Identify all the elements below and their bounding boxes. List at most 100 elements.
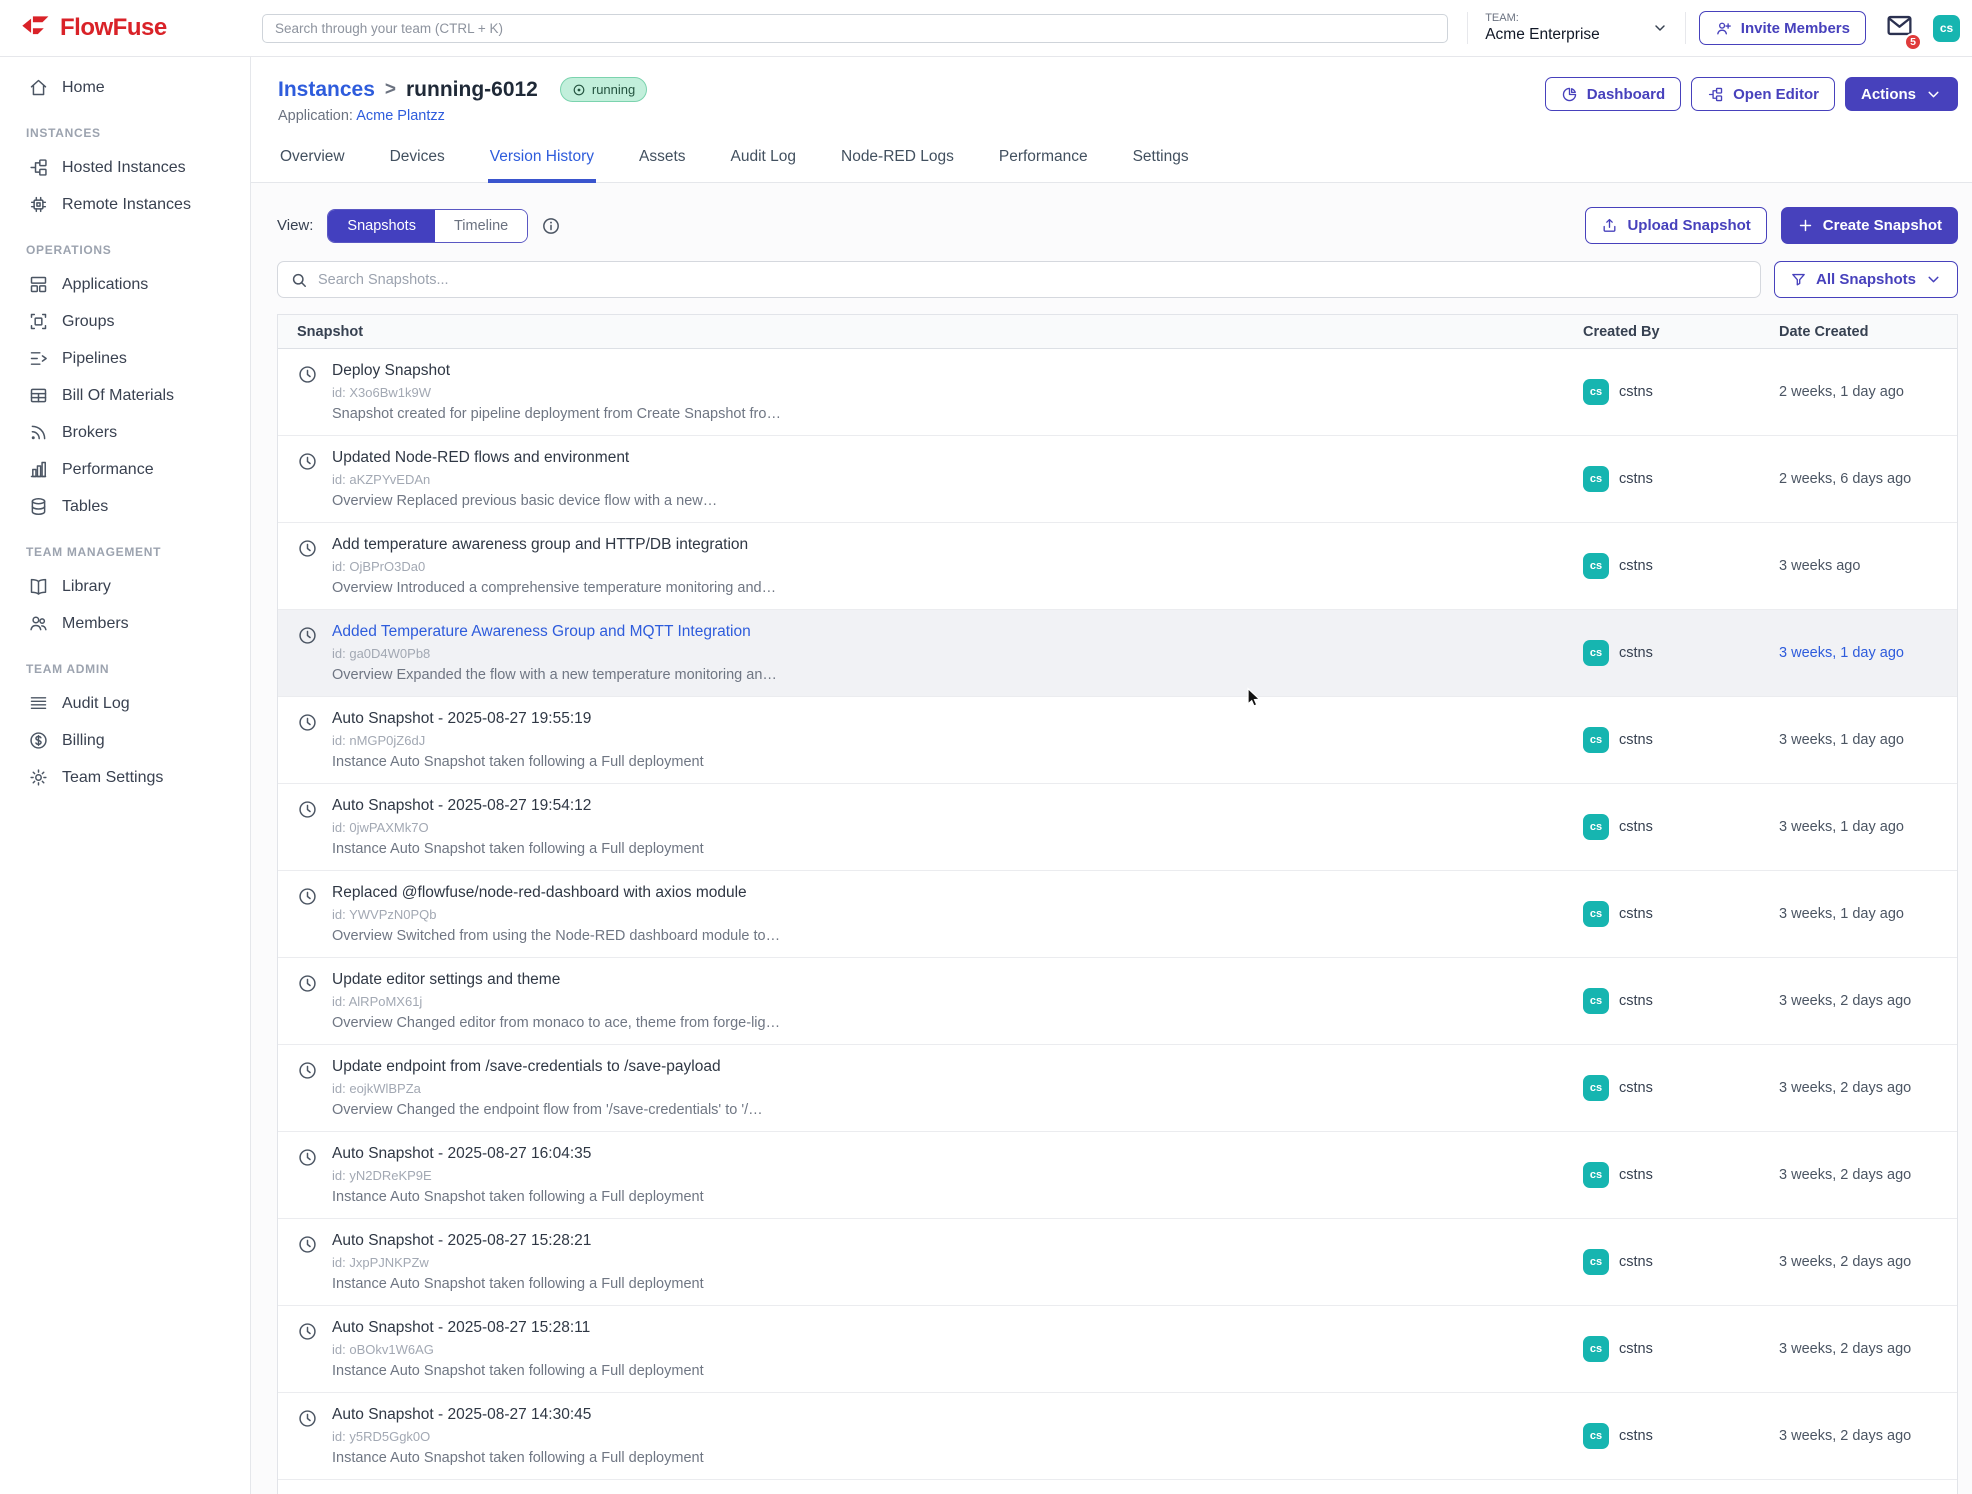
creator-avatar: cs — [1583, 640, 1609, 666]
sidebar-item-applications[interactable]: Applications — [0, 266, 250, 303]
creator-avatar: cs — [1583, 988, 1609, 1014]
view-toggle-snapshots[interactable]: Snapshots — [328, 210, 435, 242]
tab-settings[interactable]: Settings — [1131, 137, 1191, 183]
tab-audit-log[interactable]: Audit Log — [729, 137, 799, 183]
creator-name: cstns — [1619, 1428, 1653, 1444]
application-label: Application: — [278, 108, 353, 124]
table-row[interactable]: Updated Node-RED flows and environment i… — [278, 436, 1957, 523]
info-icon[interactable] — [541, 216, 561, 236]
table-row[interactable]: Replaced @flowfuse/node-red-dashboard wi… — [278, 871, 1957, 958]
snapshot-id: id: yN2DReKP9E — [332, 1168, 704, 1183]
sidebar-item-team-settings[interactable]: Team Settings — [0, 759, 250, 796]
pie-chart-icon — [1561, 86, 1578, 103]
snapshot-filter-label: All Snapshots — [1816, 271, 1916, 288]
upload-icon — [1601, 217, 1618, 234]
actions-button[interactable]: Actions — [1845, 77, 1958, 111]
table-row[interactable]: Auto Snapshot - 2025-08-27 15:28:11 id: … — [278, 1306, 1957, 1393]
table-row[interactable]: Auto Snapshot - 2025-08-27 19:55:19 id: … — [278, 697, 1957, 784]
upload-snapshot-button[interactable]: Upload Snapshot — [1585, 207, 1766, 244]
dashboard-button[interactable]: Dashboard — [1545, 77, 1681, 111]
table-row[interactable]: Auto Snapshot - 2025-08-27 19:54:12 id: … — [278, 784, 1957, 871]
breadcrumb-instances-link[interactable]: Instances — [278, 78, 375, 102]
snapshot-description: Overview Introduced a comprehensive temp… — [332, 580, 776, 596]
tab-overview[interactable]: Overview — [278, 137, 347, 183]
sidebar-item-groups[interactable]: Groups — [0, 303, 250, 340]
global-search-input[interactable] — [262, 14, 1448, 43]
creator-avatar: cs — [1583, 1423, 1609, 1449]
open-editor-button[interactable]: Open Editor — [1691, 77, 1835, 111]
column-snapshot: Snapshot — [278, 324, 1583, 340]
table-row[interactable]: Added Temperature Awareness Group and MQ… — [278, 610, 1957, 697]
sidebar-item-home[interactable]: Home — [0, 69, 250, 106]
snapshot-date: 3 weeks, 2 days ago — [1779, 1341, 1957, 1357]
billing-icon — [28, 730, 49, 751]
create-snapshot-label: Create Snapshot — [1823, 217, 1942, 234]
table-row[interactable]: Deploy Snapshot id: X3o6Bw1k9W Snapshot … — [278, 349, 1957, 436]
view-toggle-timeline[interactable]: Timeline — [435, 210, 527, 242]
table-row[interactable]: Auto Snapshot - 2025-08-27 16:04:35 id: … — [278, 1132, 1957, 1219]
sidebar-item-audit-log[interactable]: Audit Log — [0, 685, 250, 722]
sidebar-item-brokers[interactable]: Brokers — [0, 414, 250, 451]
snapshot-search-input[interactable] — [318, 272, 1748, 288]
clock-icon — [297, 1321, 318, 1342]
creator-name: cstns — [1619, 558, 1653, 574]
snapshot-id: id: y5RD5Ggk0O — [332, 1429, 704, 1444]
tab-assets[interactable]: Assets — [637, 137, 688, 183]
snapshot-id: id: ga0D4W0Pb8 — [332, 646, 777, 661]
clock-icon — [297, 364, 318, 385]
snapshot-date: 3 weeks, 1 day ago — [1779, 819, 1957, 835]
clock-icon — [297, 451, 318, 472]
snapshot-description: Instance Auto Snapshot taken following a… — [332, 1276, 704, 1292]
table-row[interactable]: Add HTTP endpoint for saving credentials… — [278, 1480, 1957, 1494]
snapshot-date: 2 weeks, 6 days ago — [1779, 471, 1957, 487]
snapshot-title: Auto Snapshot - 2025-08-27 19:54:12 — [332, 797, 704, 815]
breadcrumb: Instances > running-6012 running — [278, 77, 647, 102]
tables-icon — [28, 496, 49, 517]
notifications-button[interactable]: 5 — [1885, 11, 1914, 45]
table-row[interactable]: Add temperature awareness group and HTTP… — [278, 523, 1957, 610]
sidebar-item-tables[interactable]: Tables — [0, 488, 250, 525]
flowfuse-logo[interactable]: FlowFuse — [20, 13, 262, 44]
sidebar-item-pipelines[interactable]: Pipelines — [0, 340, 250, 377]
creator-avatar: cs — [1583, 553, 1609, 579]
sidebar-item-label: Home — [62, 79, 105, 97]
clock-icon — [297, 625, 318, 646]
user-plus-icon — [1715, 20, 1732, 37]
tab-devices[interactable]: Devices — [388, 137, 447, 183]
team-name: Acme Enterprise — [1485, 26, 1600, 44]
tab-version-history[interactable]: Version History — [488, 137, 596, 183]
team-selector[interactable]: TEAM: Acme Enterprise — [1481, 12, 1672, 44]
table-row[interactable]: Update editor settings and theme id: AlR… — [278, 958, 1957, 1045]
sidebar-item-performance[interactable]: Performance — [0, 451, 250, 488]
invite-members-button[interactable]: Invite Members — [1699, 11, 1866, 45]
snapshot-id: id: X3o6Bw1k9W — [332, 385, 781, 400]
snapshot-description: Instance Auto Snapshot taken following a… — [332, 1189, 704, 1205]
user-avatar[interactable]: cs — [1933, 15, 1960, 42]
sidebar-item-label: Pipelines — [62, 350, 127, 368]
home-icon — [28, 77, 49, 98]
table-row[interactable]: Auto Snapshot - 2025-08-27 14:30:45 id: … — [278, 1393, 1957, 1480]
snapshot-id: id: YWVPzN0PQb — [332, 907, 780, 922]
sidebar-item-billing[interactable]: Billing — [0, 722, 250, 759]
tab-performance[interactable]: Performance — [997, 137, 1090, 183]
sidebar-item-label: Brokers — [62, 424, 117, 442]
table-header: Snapshot Created By Date Created — [278, 315, 1957, 349]
table-row[interactable]: Update endpoint from /save-credentials t… — [278, 1045, 1957, 1132]
tab-node-red-logs[interactable]: Node-RED Logs — [839, 137, 956, 183]
clock-icon — [297, 1147, 318, 1168]
sidebar-item-hosted-instances[interactable]: Hosted Instances — [0, 149, 250, 186]
chevron-down-icon — [1925, 271, 1942, 288]
create-snapshot-button[interactable]: Create Snapshot — [1781, 207, 1958, 244]
sidebar-item-library[interactable]: Library — [0, 568, 250, 605]
column-created-by: Created By — [1583, 324, 1779, 340]
sidebar-item-bill-of-materials[interactable]: Bill Of Materials — [0, 377, 250, 414]
clock-icon — [297, 973, 318, 994]
application-link[interactable]: Acme Plantzz — [356, 108, 445, 124]
sidebar-item-remote-instances[interactable]: Remote Instances — [0, 186, 250, 223]
sidebar-item-members[interactable]: Members — [0, 605, 250, 642]
creator-name: cstns — [1619, 471, 1653, 487]
snapshot-filter-dropdown[interactable]: All Snapshots — [1774, 261, 1958, 298]
snapshot-id: id: 0jwPAXMk7O — [332, 820, 704, 835]
snapshot-date: 3 weeks, 1 day ago — [1779, 906, 1957, 922]
table-row[interactable]: Auto Snapshot - 2025-08-27 15:28:21 id: … — [278, 1219, 1957, 1306]
